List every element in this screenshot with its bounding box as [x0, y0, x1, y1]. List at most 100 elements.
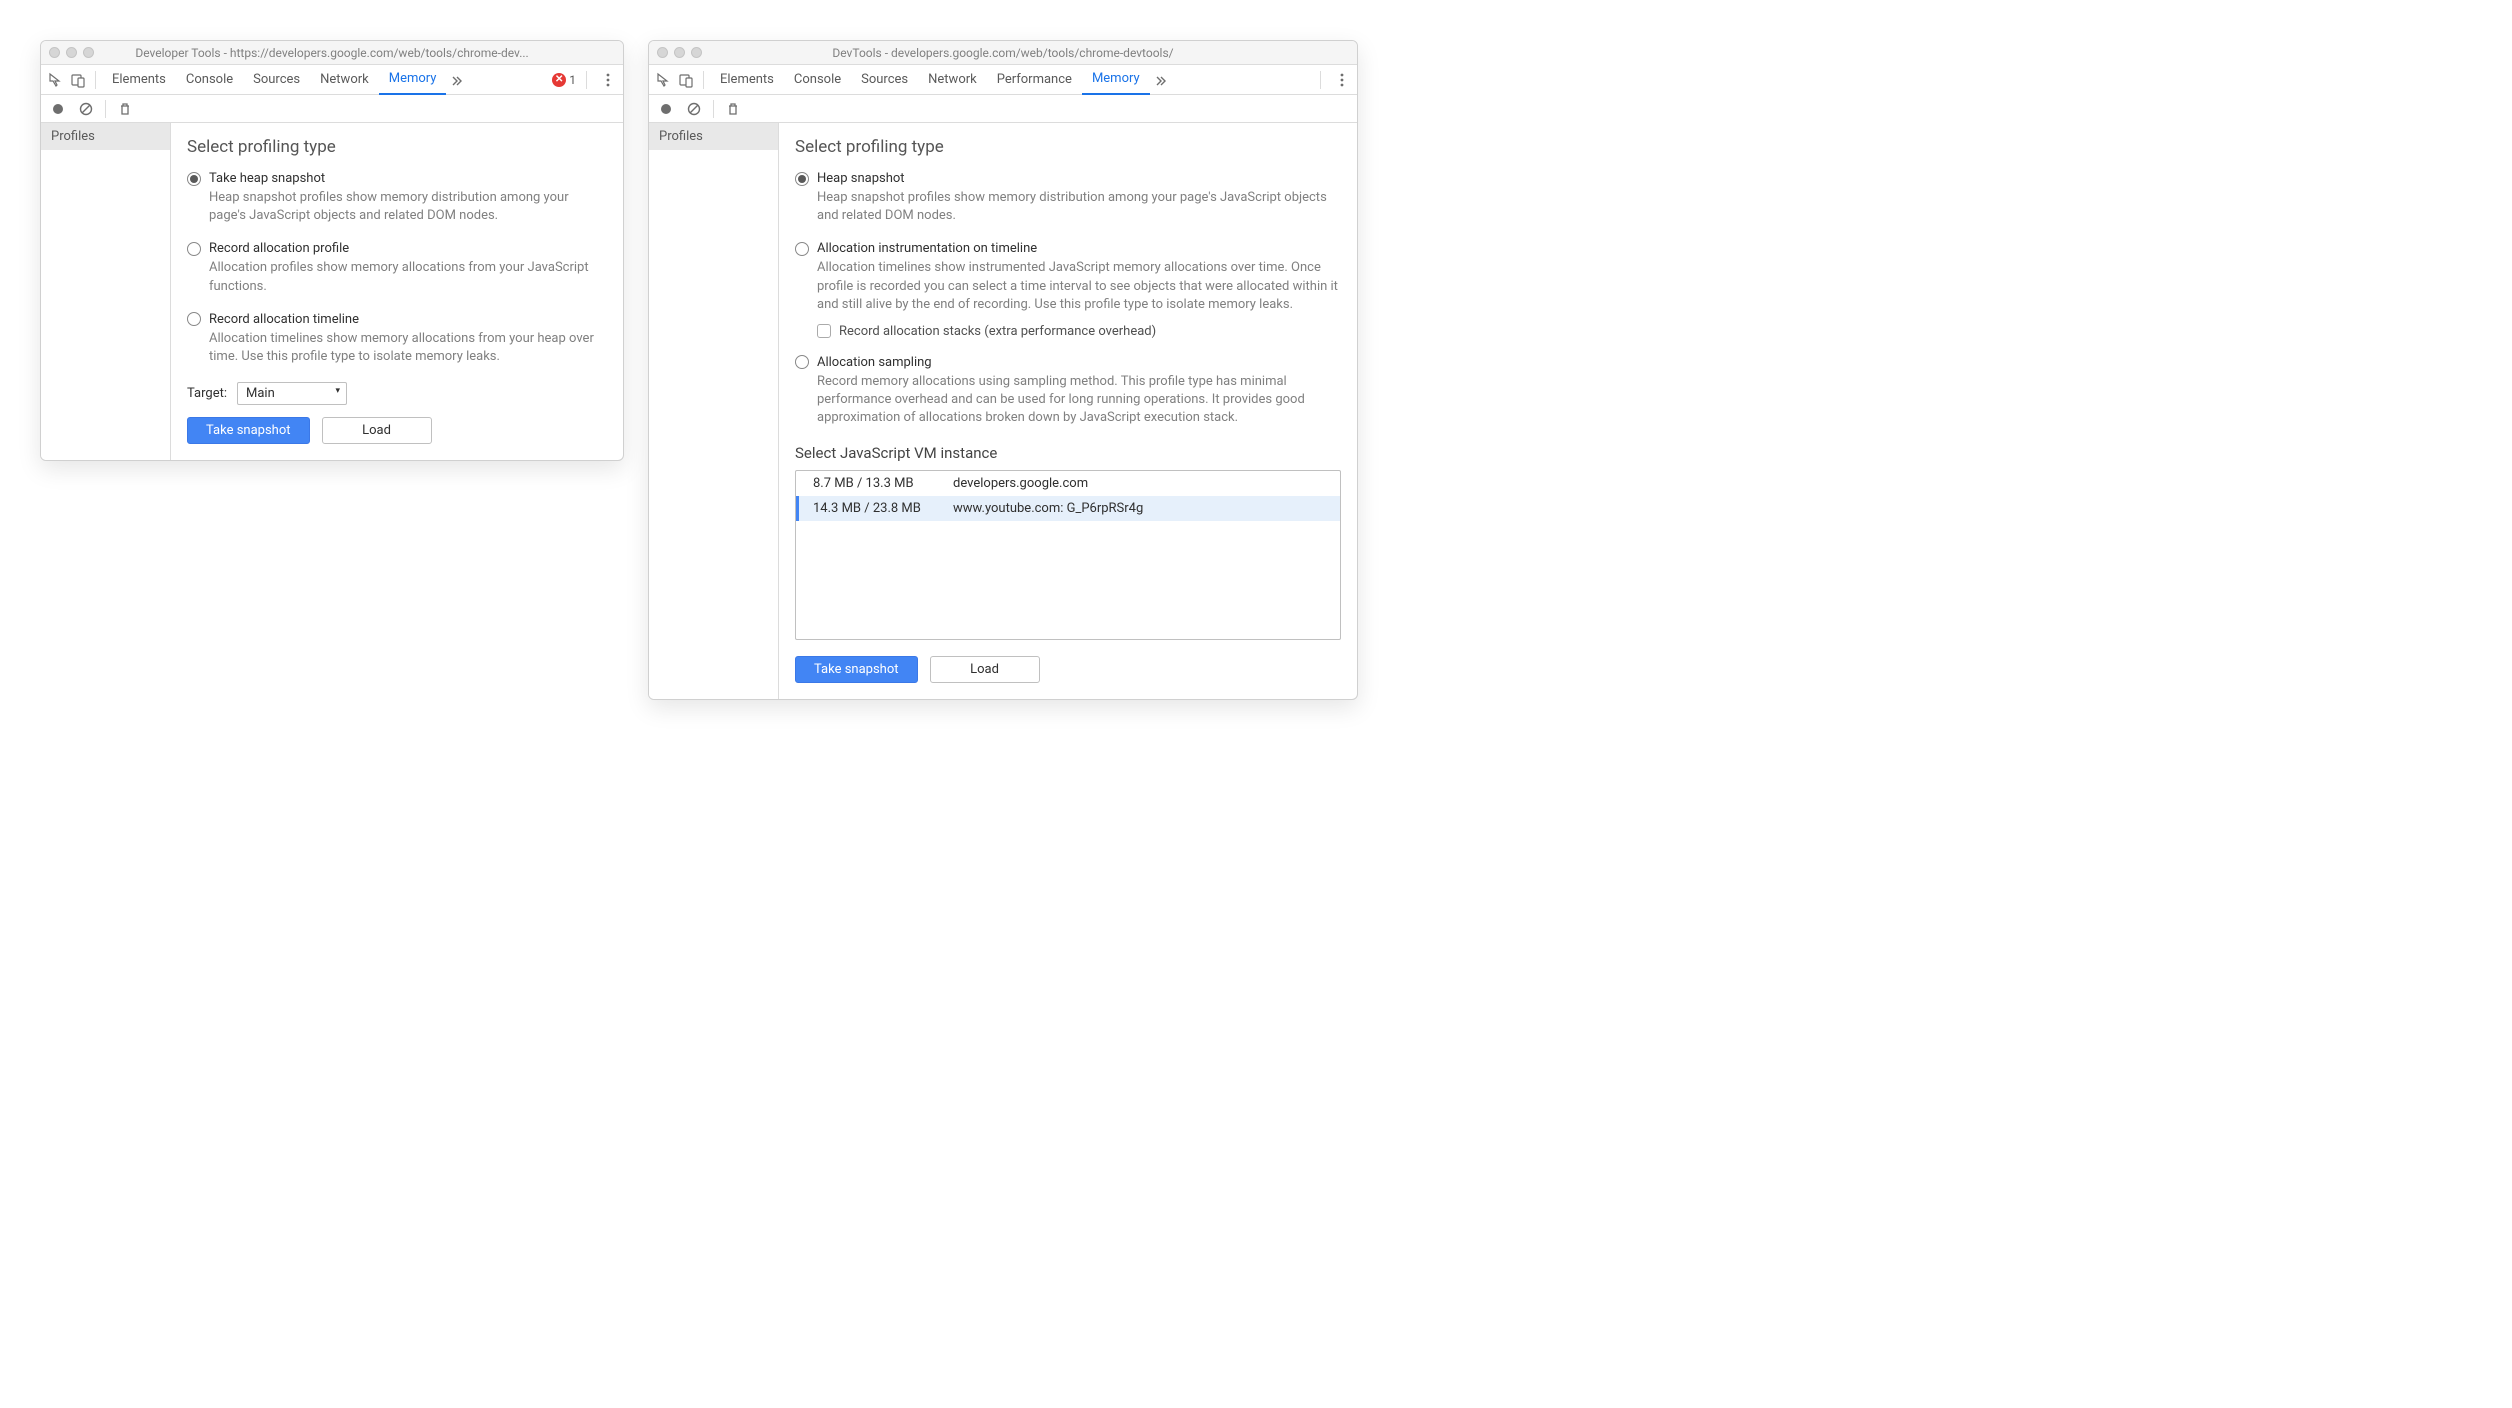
vm-size: 14.3 MB / 23.8 MB	[813, 501, 953, 516]
select-profiling-type-title: Select profiling type	[187, 137, 607, 157]
body: Profiles Select profiling type Take heap…	[41, 123, 623, 460]
radio-heap-snapshot[interactable]	[795, 172, 809, 186]
tab-console[interactable]: Console	[784, 65, 851, 95]
devtools-window-1: Developer Tools - https://developers.goo…	[40, 40, 624, 461]
option-heap-snapshot: Take heap snapshot Heap snapshot profile…	[187, 171, 607, 225]
target-select[interactable]: Main	[237, 382, 347, 405]
option-desc: Allocation timelines show memory allocat…	[209, 330, 607, 366]
tab-memory[interactable]: Memory	[1082, 65, 1150, 95]
take-snapshot-button[interactable]: Take snapshot	[795, 656, 918, 683]
load-button[interactable]: Load	[930, 656, 1040, 683]
kebab-menu-icon[interactable]	[1331, 65, 1353, 95]
clear-icon[interactable]	[681, 95, 707, 123]
vm-origin: www.youtube.com: G_P6rpRSr4g	[953, 501, 1143, 516]
tab-sources[interactable]: Sources	[851, 65, 918, 95]
option-desc: Allocation timelines show instrumented J…	[817, 259, 1341, 314]
error-count: 1	[569, 73, 576, 87]
titlebar: DevTools - developers.google.com/web/too…	[649, 41, 1357, 65]
record-allocation-stacks-checkbox[interactable]	[817, 324, 831, 338]
target-row: Target: Main	[187, 382, 607, 405]
option-title: Heap snapshot	[817, 171, 905, 186]
radio-allocation-instrumentation[interactable]	[795, 242, 809, 256]
sidebar: Profiles	[649, 123, 779, 699]
radio-heap-snapshot[interactable]	[187, 172, 201, 186]
vm-size: 8.7 MB / 13.3 MB	[813, 476, 953, 491]
inspect-element-icon[interactable]	[653, 65, 675, 95]
more-tabs-icon[interactable]	[446, 65, 468, 95]
main-content: Select profiling type Take heap snapshot…	[171, 123, 623, 460]
tab-network[interactable]: Network	[918, 65, 987, 95]
tab-network[interactable]: Network	[310, 65, 379, 95]
tab-sources[interactable]: Sources	[243, 65, 310, 95]
devtools-window-2: DevTools - developers.google.com/web/too…	[648, 40, 1358, 700]
option-title: Take heap snapshot	[209, 171, 325, 186]
maximize-window-button[interactable]	[691, 47, 702, 58]
select-profiling-type-title: Select profiling type	[795, 137, 1341, 157]
minimize-window-button[interactable]	[66, 47, 77, 58]
vm-instance-row[interactable]: 14.3 MB / 23.8 MB www.youtube.com: G_P6r…	[796, 496, 1340, 521]
tab-elements[interactable]: Elements	[102, 65, 176, 95]
option-desc: Record memory allocations using sampling…	[817, 373, 1341, 428]
close-window-button[interactable]	[49, 47, 60, 58]
tab-memory[interactable]: Memory	[379, 65, 447, 95]
record-icon[interactable]	[45, 95, 71, 123]
error-count-badge[interactable]: ✕ 1	[552, 73, 576, 87]
tab-console[interactable]: Console	[176, 65, 243, 95]
record-icon[interactable]	[653, 95, 679, 123]
clear-icon[interactable]	[73, 95, 99, 123]
option-title: Allocation instrumentation on timeline	[817, 241, 1037, 256]
target-label: Target:	[187, 386, 227, 401]
separator	[713, 100, 714, 118]
body: Profiles Select profiling type Heap snap…	[649, 123, 1357, 699]
tab-elements[interactable]: Elements	[710, 65, 784, 95]
separator	[1320, 71, 1321, 89]
vm-instance-row[interactable]: 8.7 MB / 13.3 MB developers.google.com	[796, 471, 1340, 496]
more-tabs-icon[interactable]	[1150, 65, 1172, 95]
separator	[703, 71, 704, 89]
sidebar: Profiles	[41, 123, 171, 460]
kebab-menu-icon[interactable]	[597, 65, 619, 95]
memory-toolbar	[41, 95, 623, 123]
sidebar-item-profiles[interactable]: Profiles	[649, 123, 778, 150]
panel-tabbar: Elements Console Sources Network Perform…	[649, 65, 1357, 95]
button-row: Take snapshot Load	[795, 656, 1341, 683]
delete-icon[interactable]	[112, 95, 138, 123]
close-window-button[interactable]	[657, 47, 668, 58]
device-toolbar-icon[interactable]	[675, 65, 697, 95]
button-row: Take snapshot Load	[187, 417, 607, 444]
checkbox-label: Record allocation stacks (extra performa…	[839, 324, 1156, 339]
vm-instance-list: 8.7 MB / 13.3 MB developers.google.com 1…	[795, 470, 1341, 640]
take-snapshot-button[interactable]: Take snapshot	[187, 417, 310, 444]
traffic-lights	[657, 47, 702, 58]
option-allocation-instrumentation: Allocation instrumentation on timeline A…	[795, 241, 1341, 339]
option-allocation-profile: Record allocation profile Allocation pro…	[187, 241, 607, 295]
device-toolbar-icon[interactable]	[67, 65, 89, 95]
radio-allocation-timeline[interactable]	[187, 312, 201, 326]
error-icon: ✕	[552, 73, 566, 87]
delete-icon[interactable]	[720, 95, 746, 123]
radio-allocation-sampling[interactable]	[795, 355, 809, 369]
radio-allocation-profile[interactable]	[187, 242, 201, 256]
option-title: Record allocation profile	[209, 241, 349, 256]
option-title: Allocation sampling	[817, 355, 932, 370]
main-content: Select profiling type Heap snapshot Heap…	[779, 123, 1357, 699]
separator	[586, 71, 587, 89]
window-title: DevTools - developers.google.com/web/too…	[657, 46, 1349, 60]
tab-performance[interactable]: Performance	[987, 65, 1082, 95]
sidebar-item-profiles[interactable]: Profiles	[41, 123, 170, 150]
record-allocation-stacks-row: Record allocation stacks (extra performa…	[817, 324, 1341, 339]
load-button[interactable]: Load	[322, 417, 432, 444]
titlebar: Developer Tools - https://developers.goo…	[41, 41, 623, 65]
option-heap-snapshot: Heap snapshot Heap snapshot profiles sho…	[795, 171, 1341, 225]
option-title: Record allocation timeline	[209, 312, 359, 327]
vm-origin: developers.google.com	[953, 476, 1088, 491]
separator	[95, 71, 96, 89]
option-desc: Heap snapshot profiles show memory distr…	[209, 189, 607, 225]
option-allocation-timeline: Record allocation timeline Allocation ti…	[187, 312, 607, 366]
window-title: Developer Tools - https://developers.goo…	[49, 46, 615, 60]
maximize-window-button[interactable]	[83, 47, 94, 58]
option-desc: Allocation profiles show memory allocati…	[209, 259, 607, 295]
inspect-element-icon[interactable]	[45, 65, 67, 95]
memory-toolbar	[649, 95, 1357, 123]
minimize-window-button[interactable]	[674, 47, 685, 58]
